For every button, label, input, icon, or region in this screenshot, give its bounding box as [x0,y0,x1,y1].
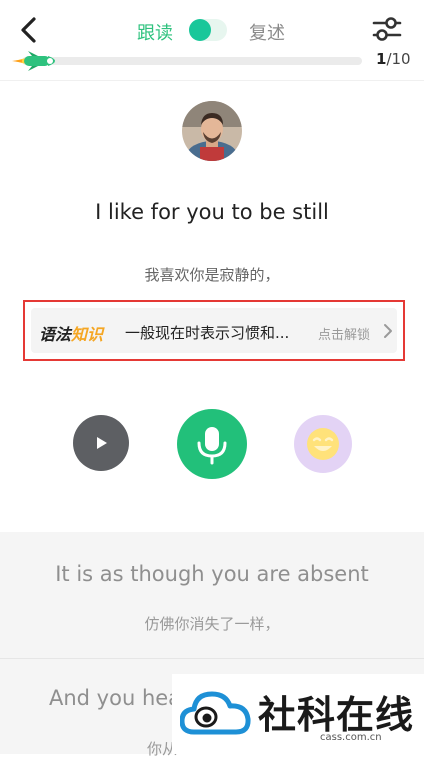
toggle-knob [189,19,211,41]
microphone-icon [197,427,227,465]
sliders-icon [372,17,402,41]
progress-total: /10 [386,50,411,68]
chevron-left-icon [21,17,36,43]
grammar-summary: 一般现在时表示习惯和... [125,324,290,342]
evaluate-button[interactable] [294,415,352,473]
list-item-sentence[interactable]: And you hea [49,686,181,710]
mode-read-tab[interactable]: 跟读 [137,19,173,45]
grammar-tag: 语法知识 [39,321,103,345]
laughing-face-icon [307,428,339,460]
progress-current: 1 [376,50,387,68]
progress-bar [22,57,362,65]
grammar-card[interactable]: 语法知识 一般现在时表示习惯和... 点击解锁 [31,308,397,353]
list-item-translation: 仿佛你消失了一样， [144,615,280,633]
settings-button[interactable] [370,14,404,44]
play-button[interactable] [73,415,129,471]
current-sentence: I like for you to be still [95,200,329,224]
grammar-tag-part1: 语法 [39,325,72,344]
watermark-subtitle: cass.com.cn [320,732,382,743]
grammar-highlight-box: 语法知识 一般现在时表示习惯和... 点击解锁 [23,300,405,361]
mode-toggle[interactable] [189,19,227,41]
rocket-progress-icon [10,50,66,72]
watermark: 社科在线 cass.com.cn [172,674,424,754]
list-item-sentence[interactable]: It is as though you are absent [0,562,424,586]
list-divider [0,658,424,659]
grammar-tag-part2: 知识 [71,325,104,344]
play-icon [97,437,107,449]
speaker-avatar [182,101,242,161]
cloud-eye-logo-icon [179,688,252,738]
record-button[interactable] [177,409,247,479]
mode-retell-tab[interactable]: 复述 [249,19,285,45]
back-button[interactable] [14,14,46,46]
unlock-link[interactable]: 点击解锁 [318,324,370,343]
watermark-title: 社科在线 [258,693,415,737]
current-translation: 我喜欢你是寂静的， [144,266,280,284]
chevron-right-icon [383,323,393,339]
header-divider [0,80,424,81]
progress-counter: 1/10 [376,50,411,68]
